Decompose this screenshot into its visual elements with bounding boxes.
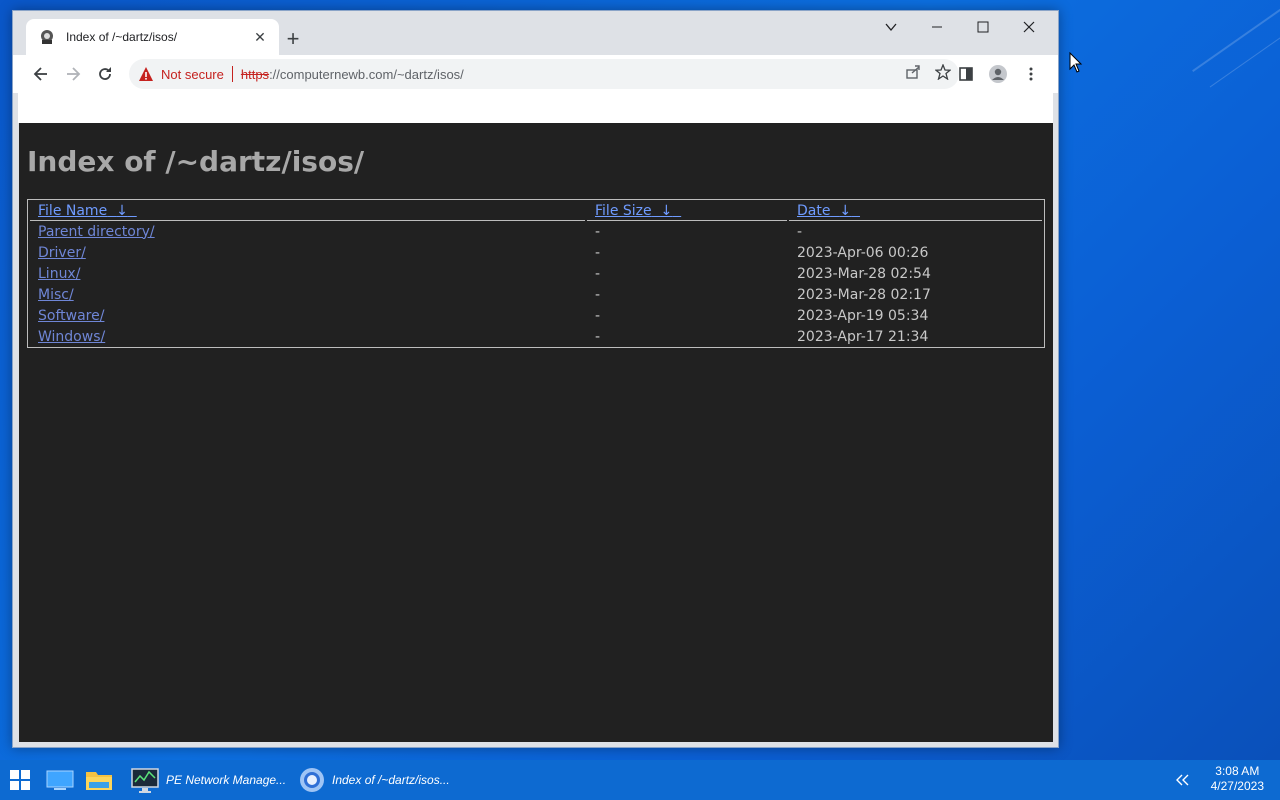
entry-size: -: [595, 307, 601, 324]
system-clock[interactable]: 3:08 AM 4/27/2023: [1211, 764, 1264, 794]
sort-arrow-icon: ↓: [839, 202, 852, 219]
entry-link[interactable]: Windows/: [38, 329, 105, 345]
entry-size: -: [595, 328, 601, 345]
sort-by-name-link[interactable]: File Name ↓: [38, 203, 137, 219]
tab-title: Index of /~dartz/isos/: [66, 30, 178, 44]
table-row: Parent directory/ - -: [30, 221, 1042, 242]
back-button[interactable]: [26, 59, 56, 89]
entry-size: -: [595, 223, 601, 240]
entry-date: 2023-Apr-19 05:34: [797, 307, 929, 324]
new-tab-button[interactable]: +: [279, 25, 307, 53]
entry-date: 2023-Mar-28 02:17: [797, 286, 931, 303]
page-content: Index of /~dartz/isos/ File Name ↓ File …: [19, 123, 1053, 742]
url-scheme: https: [240, 66, 270, 82]
menu-button[interactable]: [1016, 59, 1046, 89]
forward-button[interactable]: [58, 59, 88, 89]
entry-link[interactable]: Linux/: [38, 266, 80, 282]
browser-toolbar: Not secure https ://computernewb.com/~da…: [13, 55, 1058, 93]
table-row: Driver/ - 2023-Apr-06 00:26: [30, 242, 1042, 263]
entry-link[interactable]: Software/: [38, 308, 104, 324]
arrow-right-icon: [67, 67, 81, 81]
taskbar: PE Network Manage... Index of /~dartz/is…: [0, 760, 1280, 800]
taskbar-item-browser[interactable]: Index of /~dartz/isos...: [294, 760, 462, 800]
more-vert-icon: [1029, 67, 1033, 81]
share-icon[interactable]: [905, 64, 921, 85]
mouse-cursor-icon: [1069, 51, 1083, 79]
tab-close-icon[interactable]: ✕: [251, 28, 269, 46]
entry-size: -: [595, 244, 601, 261]
profile-button[interactable]: [983, 59, 1013, 89]
page-title: Index of /~dartz/isos/: [27, 145, 365, 178]
entry-date: 2023-Apr-17 21:34: [797, 328, 929, 345]
table-row: Linux/ - 2023-Mar-28 02:54: [30, 263, 1042, 284]
column-name-label: File Name: [38, 202, 108, 219]
clock-time: 3:08 AM: [1215, 764, 1260, 778]
site-favicon-icon: [38, 28, 56, 46]
tab-active[interactable]: Index of /~dartz/isos/ ✕: [26, 19, 279, 55]
chrome-icon: [300, 768, 324, 792]
minimize-button[interactable]: [914, 11, 960, 43]
taskbar-item-pe-network-manager[interactable]: PE Network Manage...: [128, 760, 288, 800]
start-button[interactable]: [4, 760, 36, 800]
tab-search-button[interactable]: [868, 11, 914, 43]
network-manager-icon: [131, 768, 159, 793]
taskbar-desktop-button[interactable]: [44, 760, 76, 800]
entry-link[interactable]: Parent directory/: [38, 224, 155, 240]
not-secure-label[interactable]: Not secure: [161, 67, 224, 82]
sort-arrow-icon: ↓: [660, 202, 673, 219]
avatar-icon: [989, 65, 1007, 83]
url-text: ://computernewb.com/~dartz/isos/: [269, 66, 464, 82]
bookmark-star-icon[interactable]: [934, 62, 952, 85]
warning-icon[interactable]: [137, 65, 155, 83]
show-hidden-icons-button[interactable]: [1172, 760, 1194, 800]
entry-date: 2023-Mar-28 02:54: [797, 265, 931, 282]
close-window-button[interactable]: [1006, 11, 1052, 43]
folder-icon: [86, 772, 112, 790]
sort-by-date-link[interactable]: Date ↓: [797, 203, 860, 219]
clock-date: 4/27/2023: [1210, 779, 1264, 793]
chevron-double-left-icon: [1176, 774, 1189, 786]
browser-window: Index of /~dartz/isos/ ✕ + Not secure ht…: [12, 10, 1059, 748]
maximize-button[interactable]: [960, 11, 1006, 43]
sort-by-size-link[interactable]: File Size ↓: [595, 203, 681, 219]
taskbar-item-label: Index of /~dartz/isos...: [332, 773, 450, 787]
taskbar-file-explorer-button[interactable]: [82, 760, 116, 800]
reload-icon: [99, 67, 111, 80]
maximize-icon: [977, 21, 989, 33]
divider: [231, 66, 233, 82]
column-date-label: Date: [797, 202, 831, 219]
arrow-left-icon: [33, 67, 47, 81]
entry-size: -: [595, 286, 601, 303]
entry-date: -: [797, 223, 803, 240]
column-header-date: Date ↓: [789, 200, 1042, 221]
entry-link[interactable]: Driver/: [38, 245, 86, 261]
table-row: Misc/ - 2023-Mar-28 02:17: [30, 284, 1042, 305]
table-header-row: File Name ↓ File Size ↓ Date ↓: [30, 200, 1042, 221]
minimize-icon: [932, 26, 942, 28]
sort-arrow-icon: ↓: [116, 202, 128, 219]
windows-logo-icon: [10, 770, 30, 790]
reload-button[interactable]: [90, 59, 120, 89]
column-header-name: File Name ↓: [30, 200, 585, 221]
column-header-size: File Size ↓: [587, 200, 787, 221]
monitor-icon: [46, 770, 74, 790]
column-size-label: File Size: [595, 202, 652, 219]
close-icon: [1023, 21, 1035, 33]
wallpaper-streak: [1192, 0, 1280, 72]
address-bar[interactable]: Not secure https ://computernewb.com/~da…: [129, 59, 959, 89]
directory-table: File Name ↓ File Size ↓ Date ↓ Parent di…: [27, 199, 1045, 348]
tab-strip: Index of /~dartz/isos/ ✕ +: [13, 11, 1058, 55]
side-panel-icon: [959, 67, 973, 81]
entry-size: -: [595, 265, 601, 282]
side-panel-button[interactable]: [951, 59, 981, 89]
chevron-down-icon: [885, 23, 897, 32]
table-row: Software/ - 2023-Apr-19 05:34: [30, 305, 1042, 326]
table-row: Windows/ - 2023-Apr-17 21:34: [30, 326, 1042, 347]
taskbar-item-label: PE Network Manage...: [166, 773, 287, 787]
page-top-band: [18, 93, 1053, 123]
entry-date: 2023-Apr-06 00:26: [797, 244, 929, 261]
entry-link[interactable]: Misc/: [38, 287, 74, 303]
